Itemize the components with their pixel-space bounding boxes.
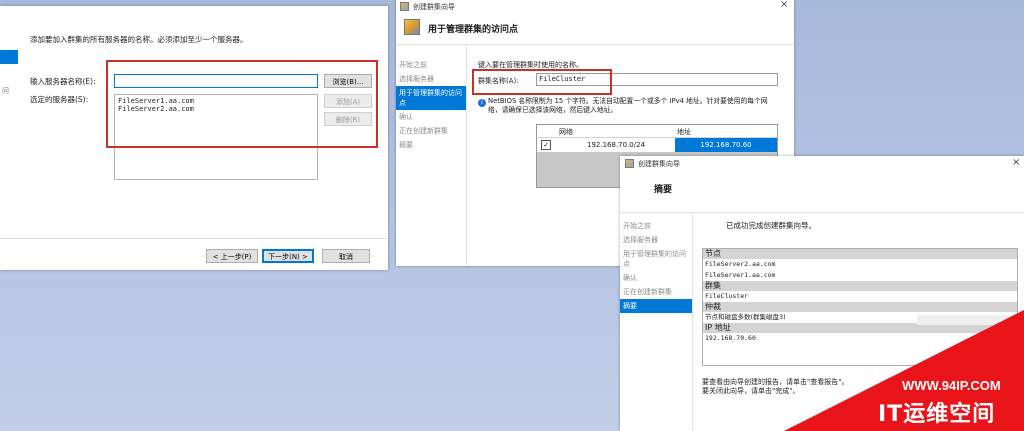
column-header-network[interactable]: 网络 bbox=[559, 127, 573, 137]
watermark-brand: IT运维空间 bbox=[878, 402, 996, 427]
wizard-icon bbox=[625, 159, 634, 168]
previous-button[interactable]: < 上一步(P) bbox=[206, 249, 258, 263]
network-cell: 192.168.70.0/24 bbox=[587, 141, 646, 149]
nav-item-creating-cluster[interactable]: 正在创建新群集 bbox=[620, 285, 692, 299]
footer-divider bbox=[0, 238, 388, 239]
nav-item-summary[interactable]: 摘要 bbox=[396, 138, 466, 152]
wizard-icon bbox=[400, 2, 409, 11]
info-text: NetBIOS 名称限制为 15 个字符。无法自动配置一个或多个 IPv4 地址… bbox=[488, 97, 768, 114]
nav-item-select-servers[interactable]: 选择服务器 bbox=[620, 233, 692, 247]
close-icon[interactable]: × bbox=[780, 0, 788, 10]
page-heading: 摘要 bbox=[654, 185, 673, 195]
highlight-box bbox=[106, 60, 378, 148]
info-icon: i bbox=[478, 99, 486, 107]
cancel-button[interactable]: 取消 bbox=[322, 249, 370, 263]
success-text: 已成功完成创建群集向导。 bbox=[726, 221, 816, 230]
wizard-nav: 开始之前 选择服务器 用于管理群集的访问点 确认 正在创建新群集 摘要 bbox=[620, 219, 692, 313]
wizard-nav: 开始之前 选择服务器 用于管理群集的访问点 确认 正在创建新群集 摘要 bbox=[396, 58, 466, 152]
nav-item-confirmation[interactable]: 确认 bbox=[620, 271, 692, 285]
nav-item-confirmation[interactable]: 确认 bbox=[396, 110, 466, 124]
nav-item-summary[interactable]: 摘要 bbox=[620, 299, 692, 313]
window-title: 创建群集向导 bbox=[638, 160, 680, 168]
section-line: FileServer1.aa.com bbox=[705, 271, 776, 279]
section-line: FileServer2.aa.com bbox=[705, 260, 776, 268]
row-checkbox[interactable]: ✓ bbox=[541, 140, 551, 150]
wizard-banner-icon bbox=[404, 19, 420, 35]
section-header: 节点 bbox=[703, 249, 1017, 259]
section-line: FileCluster bbox=[705, 292, 749, 300]
selected-servers-label: 选定的服务器(S): bbox=[30, 95, 89, 104]
header-banner: 用于管理群集的访问点 bbox=[396, 12, 794, 45]
server-name-label: 输入服务器名称(E): bbox=[30, 77, 96, 86]
page-heading: 用于管理群集的访问点 bbox=[428, 25, 519, 35]
select-servers-window: 添加要加入群集的所有服务器的名称。必须添加至少一个服务器。 问 输入服务器名称(… bbox=[0, 6, 388, 270]
nav-item-access-point[interactable]: 用于管理群集的访问点 bbox=[620, 247, 692, 271]
close-icon[interactable]: × bbox=[1012, 157, 1020, 168]
section-header: 群集 bbox=[703, 281, 1017, 291]
nav-item-creating-cluster[interactable]: 正在创建新群集 bbox=[396, 124, 466, 138]
column-header-address[interactable]: 地址 bbox=[677, 127, 691, 137]
nav-selected-marker bbox=[0, 50, 18, 64]
nav-item-select-servers[interactable]: 选择服务器 bbox=[396, 72, 466, 86]
table-header: 网络 地址 bbox=[537, 125, 777, 138]
watermark-url: WWW.94IP.COM bbox=[902, 378, 1001, 393]
instruction-text: 添加要加入群集的所有服务器的名称。必须添加至少一个服务器。 bbox=[30, 35, 248, 44]
nav-item-access-point[interactable]: 用于管理群集的访问点 bbox=[396, 86, 466, 110]
window-title: 创建群集向导 bbox=[413, 3, 455, 11]
address-cell[interactable]: 192.168.70.60 bbox=[675, 138, 777, 152]
next-button[interactable]: 下一步(N) > bbox=[262, 249, 314, 263]
highlight-box bbox=[472, 69, 612, 95]
nav-fragment-text: 问 bbox=[2, 87, 9, 95]
nav-item-before-you-begin[interactable]: 开始之前 bbox=[396, 58, 466, 72]
table-row[interactable]: ✓ 192.168.70.0/24 192.168.70.60 bbox=[537, 138, 777, 152]
nav-item-before-you-begin[interactable]: 开始之前 bbox=[620, 219, 692, 233]
